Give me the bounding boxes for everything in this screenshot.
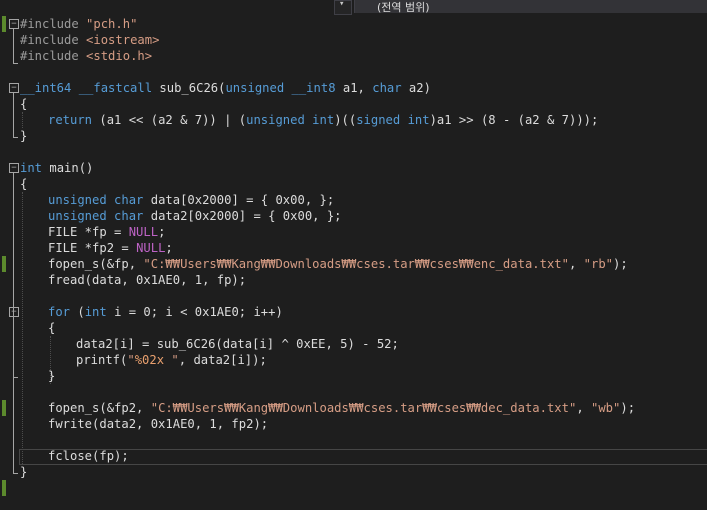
code-token: int: [20, 161, 50, 175]
code-token: data[0x2000] = { 0x00, };: [150, 193, 335, 207]
code-token: (: [77, 305, 85, 319]
code-line: unsigned char data[0x2000] = { 0x00, };: [0, 192, 707, 208]
code-token: "pch.h": [86, 17, 138, 31]
code-token: FILE *fp2 =: [48, 241, 137, 255]
code-token: data2[0x2000] = { 0x00, };: [150, 209, 342, 223]
code-token: __int64 __fastcall: [20, 81, 160, 95]
code-token: }: [48, 369, 56, 383]
code-line: printf("%02x ", data2[i]);: [0, 352, 707, 368]
code-token: printf(: [76, 353, 128, 367]
code-token: for: [48, 305, 78, 319]
code-token: }: [20, 129, 28, 143]
code-line: #include <iostream>: [0, 32, 707, 48]
member-dropdown-button[interactable]: ▾: [334, 0, 352, 15]
code-line: int main(): [0, 160, 707, 176]
code-token: sub_6C26(: [159, 81, 226, 95]
code-line: }: [0, 128, 707, 144]
code-token: a1,: [342, 81, 373, 95]
code-token: #include: [20, 49, 87, 63]
code-token: signed int: [356, 113, 430, 127]
code-token: {: [20, 97, 28, 111]
code-token: int: [84, 305, 115, 319]
code-token: "C:₩₩Users₩₩Kang₩₩Downloads₩₩cses.tar₩₩c…: [143, 257, 569, 271]
code-line: data2[i] = sub_6C26(data[i] ^ 0xEE, 5) -…: [0, 336, 707, 352]
code-token: %02x: [134, 353, 165, 367]
code-token: )a1 >> (8 - (a2 & 7)));: [429, 113, 599, 127]
code-editor[interactable]: − − − − #include "pch.h" #include <iostr…: [0, 16, 707, 510]
scope-dropdown[interactable]: (전역 범위): [354, 0, 707, 14]
code-token: );: [620, 401, 636, 415]
code-token: unsigned char: [48, 209, 151, 223]
code-line: __int64 __fastcall sub_6C26(unsigned __i…: [0, 80, 707, 96]
code-token: ;: [165, 241, 173, 255]
code-token: main(): [49, 161, 94, 175]
code-token: "C:₩₩Users₩₩Kang₩₩Downloads₩₩cses.tar₩₩c…: [150, 401, 577, 415]
code-token: fread(data, 0x1AE0, 1, fp);: [48, 273, 247, 287]
code-line: {: [0, 96, 707, 112]
code-token: "wb": [591, 401, 621, 415]
code-token: char: [372, 81, 409, 95]
code-token: #include: [20, 17, 87, 31]
code-token: fopen_s(&fp2,: [48, 401, 151, 415]
dropdown-arrow-icon: ▾: [339, 0, 345, 9]
code-token: <stdio.h>: [86, 49, 153, 63]
code-line: fopen_s(&fp, "C:₩₩Users₩₩Kang₩₩Downloads…: [0, 256, 707, 272]
code-token: NULL: [128, 225, 159, 239]
code-line: fopen_s(&fp2, "C:₩₩Users₩₩Kang₩₩Download…: [0, 400, 707, 416]
code-line: {: [0, 176, 707, 192]
code-token: )((: [334, 113, 357, 127]
code-token: FILE *fp =: [48, 225, 129, 239]
code-token: return: [48, 113, 100, 127]
code-token: (a1 << (a2 & 7)) | (: [99, 113, 247, 127]
code-line: FILE *fp2 = NULL;: [0, 240, 707, 256]
code-token: {: [48, 321, 56, 335]
code-token: );: [613, 257, 628, 271]
scope-label: (전역 범위): [377, 1, 430, 14]
code-token: ,: [568, 257, 584, 271]
code-token: data2[i] = sub_6C26(data[i] ^ 0xEE, 5) -…: [76, 337, 399, 351]
code-line: }: [0, 464, 707, 480]
code-line: fclose(fp);: [0, 448, 707, 464]
code-token: {: [20, 177, 28, 191]
code-line: {: [0, 320, 707, 336]
code-token: unsigned char: [48, 193, 151, 207]
code-token: ,: [576, 401, 591, 415]
code-line: unsigned char data2[0x2000] = { 0x00, };: [0, 208, 707, 224]
code-line: }: [0, 368, 707, 384]
code-line: #include "pch.h": [0, 16, 707, 32]
code-token: fopen_s(&fp,: [48, 257, 144, 271]
code-token: <iostream>: [86, 33, 160, 47]
code-line: for (int i = 0; i < 0x1AE0; i++): [0, 304, 707, 320]
code-line: return (a1 << (a2 & 7)) | (unsigned int)…: [0, 112, 707, 128]
code-token: fclose(fp);: [48, 449, 129, 463]
code-token: "rb": [583, 257, 614, 271]
code-token: a2): [408, 81, 431, 95]
code-line: fwrite(data2, 0x1AE0, 1, fp2);: [0, 416, 707, 432]
code-line: fread(data, 0x1AE0, 1, fp);: [0, 272, 707, 288]
code-token: }: [20, 465, 28, 479]
code-token: NULL: [136, 241, 166, 255]
editor-navigation-bar: ▾ (전역 범위): [0, 0, 707, 15]
code-token: #include: [20, 33, 87, 47]
change-marker: [2, 480, 6, 496]
code-token: , data2[i]);: [178, 353, 267, 367]
code-token: unsigned __int8: [225, 81, 343, 95]
code-line: #include <stdio.h>: [0, 48, 707, 64]
code-token: fwrite(data2, 0x1AE0, 1, fp2);: [48, 417, 269, 431]
code-token: unsigned int: [246, 113, 335, 127]
code-token: ": [164, 353, 179, 367]
code-token: ;: [158, 225, 166, 239]
code-token: i = 0; i < 0x1AE0; i++): [114, 305, 283, 319]
code-token: ": [127, 353, 135, 367]
code-line: FILE *fp = NULL;: [0, 224, 707, 240]
